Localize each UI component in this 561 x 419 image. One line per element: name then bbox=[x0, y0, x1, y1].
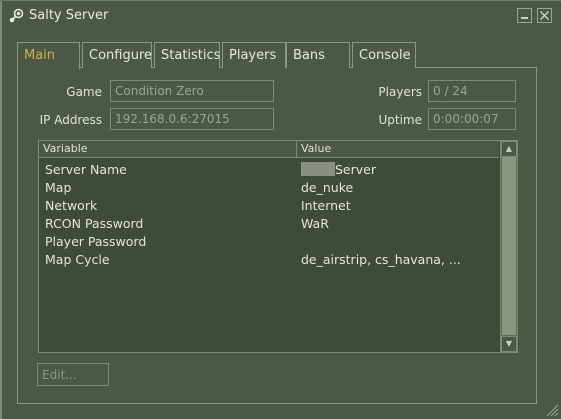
row-value: WaR bbox=[301, 216, 329, 231]
redacted-block bbox=[301, 162, 335, 176]
column-header-value[interactable]: Value bbox=[301, 142, 331, 155]
row-variable: Map bbox=[45, 180, 72, 195]
edit-button[interactable]: Edit... bbox=[37, 363, 109, 386]
table-row[interactable]: Player Password bbox=[39, 234, 499, 252]
tab-main[interactable]: Main bbox=[17, 42, 80, 69]
scrollbar-thumb[interactable] bbox=[502, 157, 516, 335]
title-bar[interactable]: Salty Server bbox=[0, 0, 561, 32]
game-field: Condition Zero bbox=[110, 80, 274, 102]
tab-configure[interactable]: Configure bbox=[82, 42, 152, 68]
table-row[interactable]: Map de_nuke bbox=[39, 180, 499, 198]
row-value: de_airstrip, cs_havana, ... bbox=[301, 252, 461, 267]
row-value: Server bbox=[301, 162, 376, 177]
game-label: Game bbox=[66, 85, 102, 99]
resize-grip-icon[interactable] bbox=[545, 403, 559, 417]
uptime-label: Uptime bbox=[378, 113, 422, 127]
window-left-edge bbox=[0, 0, 2, 419]
table-row[interactable]: RCON Password WaR bbox=[39, 216, 499, 234]
row-variable: Map Cycle bbox=[45, 252, 110, 267]
window-title: Salty Server bbox=[29, 8, 109, 23]
row-value: de_nuke bbox=[301, 180, 354, 195]
minimize-icon[interactable] bbox=[517, 8, 532, 23]
ip-address-field: 192.168.0.6:27015 bbox=[110, 108, 274, 130]
server-variables-table[interactable]: Variable Value Server Name Server Map de… bbox=[38, 140, 518, 353]
column-divider[interactable] bbox=[296, 141, 297, 157]
steam-icon bbox=[9, 8, 24, 23]
uptime-field: 0:00:00:07 bbox=[428, 108, 516, 130]
tab-statistics[interactable]: Statistics bbox=[154, 42, 220, 68]
close-icon[interactable] bbox=[537, 8, 552, 23]
players-field: 0 / 24 bbox=[428, 80, 516, 102]
row-variable: RCON Password bbox=[45, 216, 144, 231]
column-header-variable[interactable]: Variable bbox=[43, 142, 88, 155]
table-row[interactable]: Map Cycle de_airstrip, cs_havana, ... bbox=[39, 252, 499, 270]
players-label: Players bbox=[378, 85, 422, 99]
row-variable: Network bbox=[45, 198, 98, 213]
row-value: Internet bbox=[301, 198, 351, 213]
row-variable: Player Password bbox=[45, 234, 147, 249]
row-variable: Server Name bbox=[45, 162, 127, 177]
scroll-up-icon[interactable]: ▲ bbox=[501, 141, 517, 157]
vertical-scrollbar[interactable]: ▲ ▼ bbox=[500, 141, 517, 352]
table-row[interactable]: Server Name Server bbox=[39, 162, 499, 180]
tab-players[interactable]: Players bbox=[222, 42, 286, 68]
table-header: Variable Value bbox=[39, 141, 499, 158]
ip-address-label: IP Address bbox=[39, 113, 102, 127]
table-row[interactable]: Network Internet bbox=[39, 198, 499, 216]
tab-bans[interactable]: Bans bbox=[286, 42, 350, 68]
tab-console[interactable]: Console bbox=[352, 42, 416, 68]
scroll-down-icon[interactable]: ▼ bbox=[501, 336, 517, 352]
